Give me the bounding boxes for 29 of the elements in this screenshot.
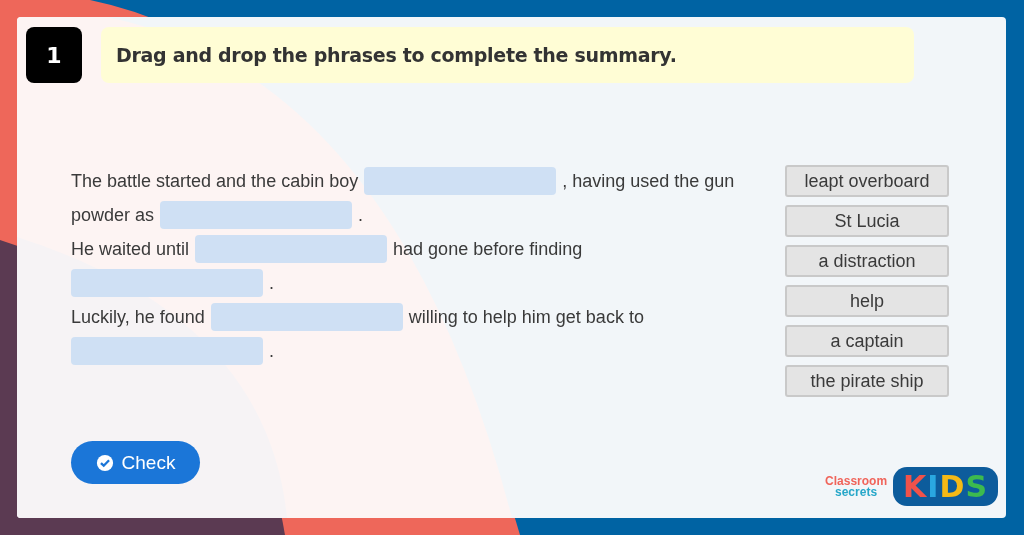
logo-text: Classroom — [825, 475, 888, 487]
summary-text: . — [269, 272, 274, 294]
summary-text: powder as — [71, 204, 155, 226]
phrase-tile[interactable]: the pirate ship — [785, 365, 949, 397]
phrase-tile[interactable]: St Lucia — [785, 205, 949, 237]
question-number: 1 — [26, 27, 82, 83]
drop-slot[interactable] — [71, 337, 263, 365]
summary-text: willing to help him get back to — [408, 306, 644, 328]
phrase-tile[interactable]: leapt overboard — [785, 165, 949, 197]
summary-text: The battle started and the cabin boy — [71, 170, 359, 192]
drop-slot[interactable] — [71, 269, 263, 297]
summary-text: . — [269, 340, 274, 362]
summary-text: He waited until — [71, 238, 190, 260]
check-button[interactable]: Check — [71, 441, 200, 484]
summary-text: had gone before finding — [393, 238, 583, 260]
drop-slot[interactable] — [160, 201, 353, 229]
drop-slot[interactable] — [195, 235, 388, 263]
phrase-tile[interactable]: help — [785, 285, 949, 317]
kids-logo: KIDS — [893, 467, 998, 506]
instruction-banner: Drag and drop the phrases to complete the summary. — [101, 27, 914, 83]
drop-slot[interactable] — [364, 167, 557, 195]
phrase-tile[interactable]: a distraction — [785, 245, 949, 277]
check-circle-icon — [95, 453, 114, 472]
summary-text: Luckily, he found — [71, 306, 205, 328]
phrase-tile[interactable]: a captain — [785, 325, 949, 357]
summary-text: , having used the gun — [562, 170, 735, 192]
logo-text: secrets — [835, 486, 878, 498]
drop-slot[interactable] — [210, 303, 403, 331]
summary-text: . — [358, 204, 364, 226]
